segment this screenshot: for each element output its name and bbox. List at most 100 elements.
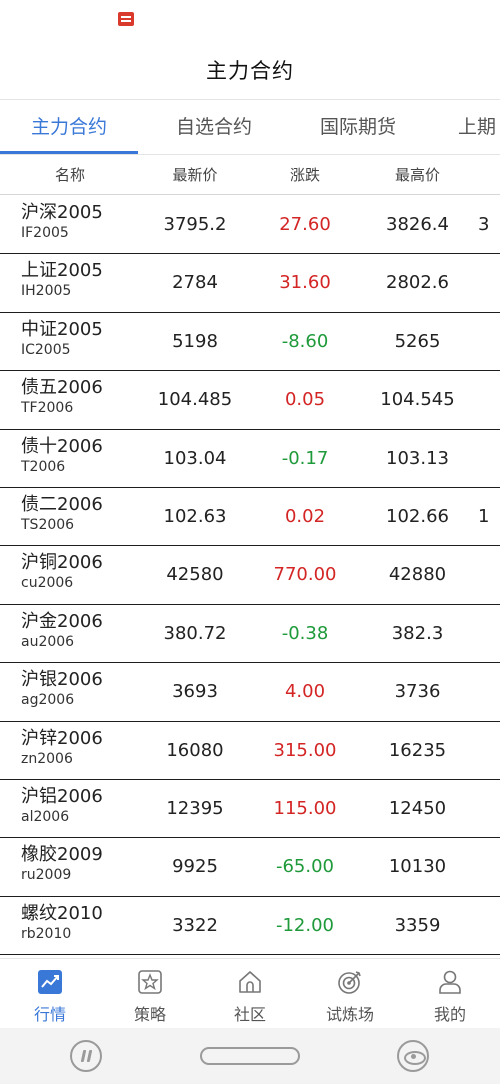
table-row[interactable]: 债十2006 T2006 103.04 -0.17 103.13 xyxy=(0,430,500,488)
contract-code: TF2006 xyxy=(21,400,74,417)
column-header-change[interactable]: 涨跌 xyxy=(250,155,360,195)
tab-watchlist[interactable]: 自选合约 xyxy=(146,101,282,154)
contract-name-cell: 沪深2005 IF2005 xyxy=(21,202,103,242)
contract-name-cell: 沪铜2006 cu2006 xyxy=(21,552,103,592)
next-column-partial xyxy=(478,838,500,896)
contract-code: zn2006 xyxy=(21,750,73,767)
tab-bar: 主力合约 自选合约 国际期货 上期 xyxy=(0,101,500,155)
contract-name-cell: 上证2005 IH2005 xyxy=(21,260,103,300)
bottom-nav: 行情 策略 社区 试炼场 我的 xyxy=(0,958,500,1028)
page-title: 主力合约 xyxy=(206,58,294,83)
nav-community[interactable]: 社区 xyxy=(200,959,300,1029)
contract-name: 上证2005 xyxy=(21,260,103,282)
tab-international[interactable]: 国际期货 xyxy=(290,101,426,154)
system-nav-bar xyxy=(0,1028,500,1084)
tab-main-contracts[interactable]: 主力合约 xyxy=(0,101,138,154)
price-change: -0.17 xyxy=(281,447,329,469)
contract-name: 债十2006 xyxy=(21,435,103,457)
table-row[interactable]: 沪深2005 IF2005 3795.2 27.60 3826.4 3 xyxy=(0,196,500,255)
menu-icon[interactable] xyxy=(70,1040,102,1072)
latest-price: 16080 xyxy=(166,739,224,761)
contract-code: ru2009 xyxy=(21,867,72,884)
nav-profile[interactable]: 我的 xyxy=(400,959,500,1029)
next-column-partial xyxy=(478,254,500,312)
table-row[interactable]: 上证2005 IH2005 2784 31.60 2802.6 xyxy=(0,254,500,313)
latest-price: 2784 xyxy=(172,272,218,294)
table-row[interactable]: 债二2006 TS2006 102.63 0.02 102.66 1 xyxy=(0,488,500,547)
high-price: 3826.4 xyxy=(386,214,449,235)
high-price: 103.13 xyxy=(386,447,449,469)
contract-name-cell: 沪锌2006 zn2006 xyxy=(21,728,103,768)
column-header-name[interactable]: 名称 xyxy=(0,155,140,195)
price-change: -0.38 xyxy=(281,622,329,644)
contract-name: 债五2006 xyxy=(21,377,103,399)
price-change: -8.60 xyxy=(281,330,329,352)
contract-code: cu2006 xyxy=(21,575,74,592)
column-header-high[interactable]: 最高价 xyxy=(360,155,475,195)
latest-price: 9925 xyxy=(172,856,218,878)
contract-name-cell: 沪银2006 ag2006 xyxy=(21,669,103,709)
next-column-partial xyxy=(478,722,500,780)
latest-price: 3795.2 xyxy=(163,214,227,235)
tab-shfe[interactable]: 上期 xyxy=(458,101,500,154)
table-row[interactable]: 债五2006 TF2006 104.485 0.05 104.545 xyxy=(0,371,500,430)
table-row[interactable]: 沪铝2006 al2006 12395 115.00 12450 xyxy=(0,780,500,839)
home-gesture-bar[interactable] xyxy=(200,1047,300,1065)
contract-name: 沪铝2006 xyxy=(21,785,103,807)
contract-name: 螺纹2010 xyxy=(21,902,103,924)
price-change: 27.60 xyxy=(279,214,331,235)
contract-name-cell: 债十2006 T2006 xyxy=(21,436,103,476)
latest-price: 42580 xyxy=(166,564,224,586)
contract-name-cell: 沪铝2006 al2006 xyxy=(21,786,103,826)
nav-market[interactable]: 行情 xyxy=(0,959,100,1029)
high-price: 10130 xyxy=(388,856,447,878)
next-column-partial xyxy=(478,780,500,838)
next-column-partial xyxy=(478,663,500,721)
price-change: 315.00 xyxy=(273,739,337,761)
table-row[interactable]: 螺纹2010 rb2010 3322 -12.00 3359 xyxy=(0,897,500,956)
quote-table: 沪深2005 IF2005 3795.2 27.60 3826.4 3 上证2005 IH20… xyxy=(0,196,500,956)
status-bar xyxy=(0,0,500,40)
table-row[interactable]: 沪金2006 au2006 380.72 -0.38 382.3 xyxy=(0,605,500,664)
contract-name: 橡胶2009 xyxy=(21,844,103,866)
high-price: 16235 xyxy=(388,739,447,761)
contract-name: 沪铜2006 xyxy=(21,552,103,574)
contract-code: IC2005 xyxy=(21,341,71,358)
contract-name: 债二2006 xyxy=(21,493,103,515)
high-price: 104.545 xyxy=(380,389,455,411)
price-change: 115.00 xyxy=(273,797,337,819)
high-price: 2802.6 xyxy=(386,272,449,294)
table-row[interactable]: 沪锌2006 zn2006 16080 315.00 16235 xyxy=(0,722,500,780)
high-price: 3736 xyxy=(394,681,441,703)
table-header: 名称 最新价 涨跌 最高价 xyxy=(0,155,500,195)
high-price: 102.66 xyxy=(386,505,449,527)
contract-name-cell: 债二2006 TS2006 xyxy=(21,494,103,534)
next-column-partial xyxy=(478,430,500,488)
table-row[interactable]: 中证2005 IC2005 5198 -8.60 5265 xyxy=(0,313,500,372)
table-row[interactable]: 橡胶2009 ru2009 9925 -65.00 10130 xyxy=(0,838,500,897)
table-row[interactable]: 沪银2006 ag2006 3693 4.00 3736 xyxy=(0,663,500,722)
column-header-price[interactable]: 最新价 xyxy=(140,155,250,195)
price-change: 0.05 xyxy=(284,389,326,411)
nav-label-market: 行情 xyxy=(33,1005,66,1024)
contract-name-cell: 橡胶2009 ru2009 xyxy=(21,844,103,884)
high-price: 5265 xyxy=(394,330,441,352)
next-column-partial xyxy=(478,371,500,429)
price-change: 4.00 xyxy=(284,681,326,703)
nav-strategy[interactable]: 策略 xyxy=(100,959,200,1029)
home-icon xyxy=(239,971,261,993)
next-column-partial: 3 xyxy=(478,214,490,235)
eye-icon[interactable] xyxy=(397,1040,429,1072)
latest-price: 103.04 xyxy=(163,447,227,469)
latest-price: 3693 xyxy=(172,681,218,703)
contract-name: 沪锌2006 xyxy=(21,727,103,749)
nav-label-practice: 试炼场 xyxy=(325,1005,374,1024)
contract-name-cell: 中证2005 IC2005 xyxy=(21,319,103,359)
contract-name: 沪深2005 xyxy=(21,202,103,223)
contract-name-cell: 螺纹2010 rb2010 xyxy=(21,903,103,943)
table-row[interactable]: 沪铜2006 cu2006 42580 770.00 42880 xyxy=(0,546,500,605)
high-price: 42880 xyxy=(388,564,447,586)
tab-indicator xyxy=(0,151,138,154)
nav-practice[interactable]: 试炼场 xyxy=(300,959,400,1029)
latest-price: 102.63 xyxy=(163,505,227,527)
